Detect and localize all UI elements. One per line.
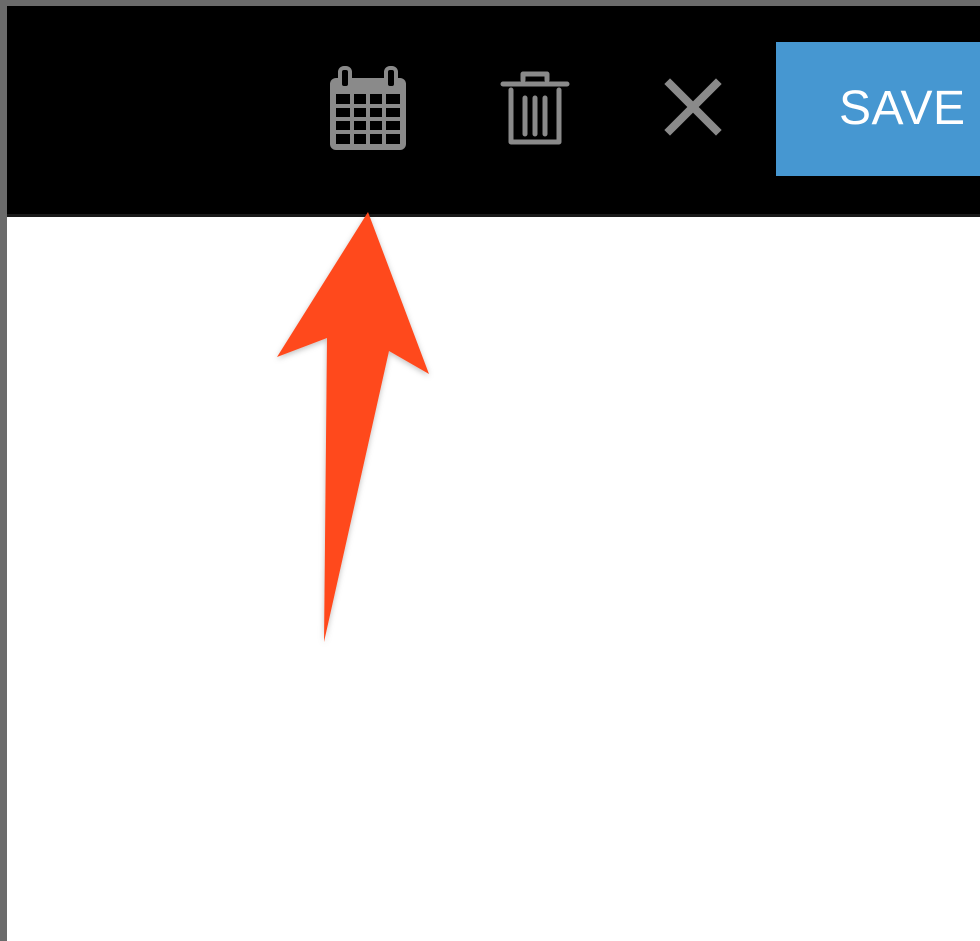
calendar-icon[interactable] <box>326 64 410 154</box>
save-button[interactable]: SAVE <box>776 42 980 176</box>
content-area <box>7 217 980 941</box>
trash-icon[interactable] <box>499 68 571 150</box>
app-window: SAVE <box>0 0 980 941</box>
top-toolbar: SAVE <box>7 6 980 217</box>
close-icon[interactable] <box>664 78 722 136</box>
annotation-arrow-icon <box>257 202 457 662</box>
